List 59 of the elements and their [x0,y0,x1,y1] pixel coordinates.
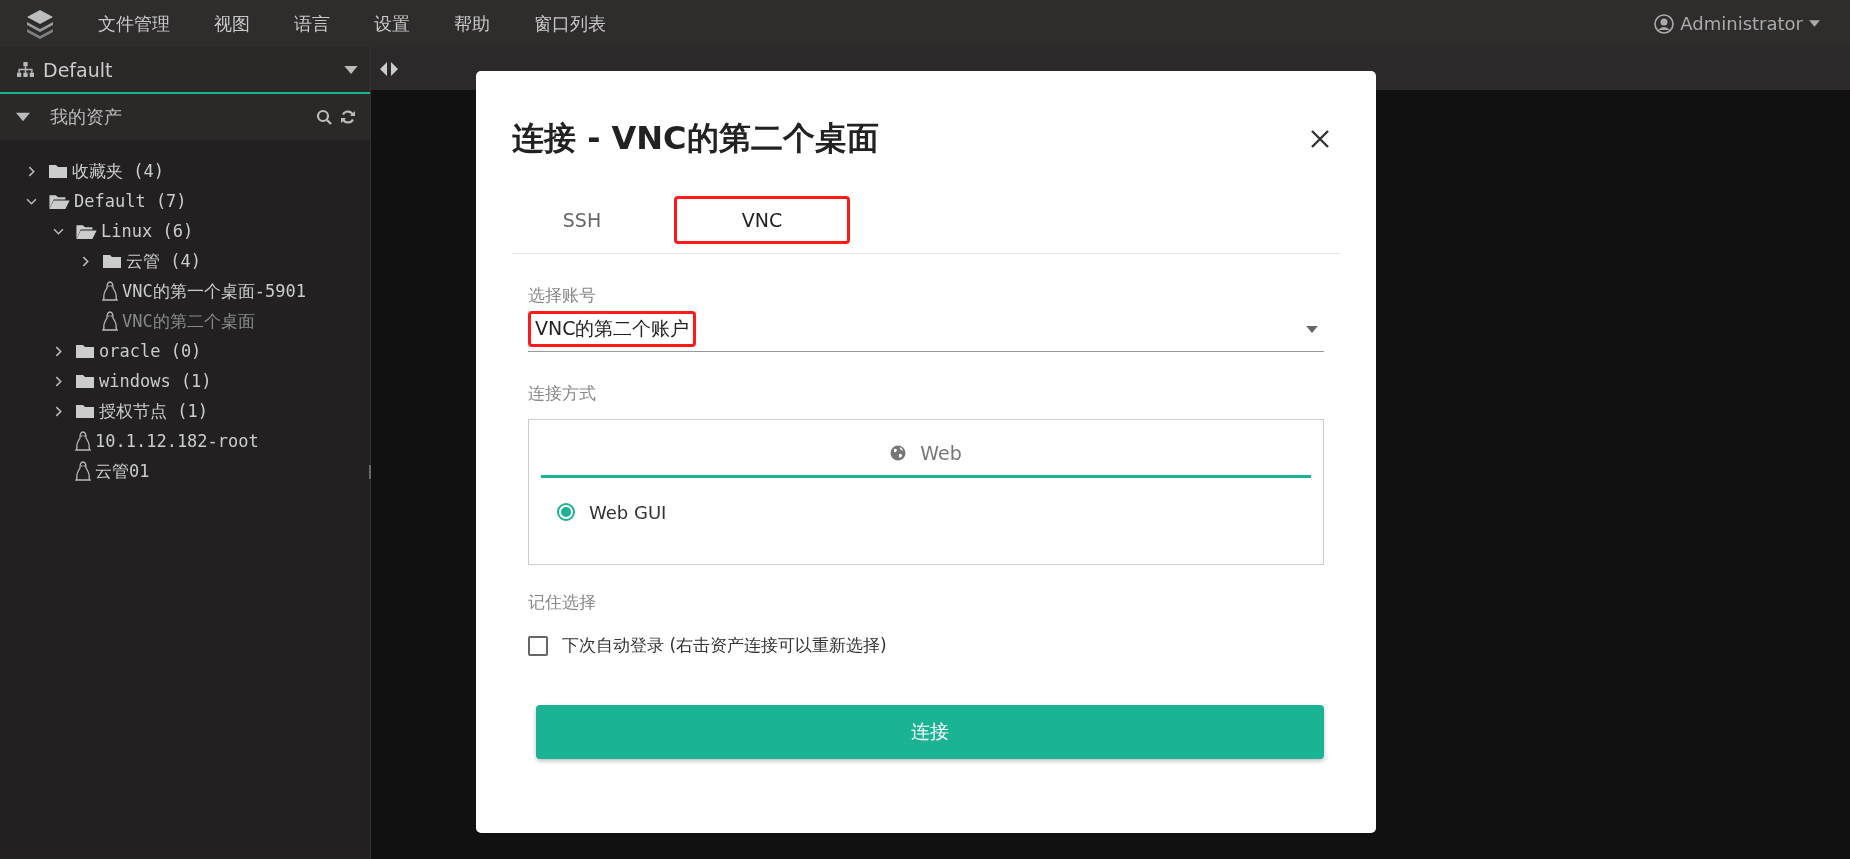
search-icon[interactable] [316,109,332,125]
chevron-icon[interactable] [53,375,64,387]
globe-icon [890,444,907,461]
chevron-icon[interactable] [53,405,64,417]
field-label: 记住选择 [528,591,596,614]
field-label: 选择账号 [528,284,596,307]
account-select[interactable]: VNC的第二个账户 [528,307,1324,352]
folder-icon [48,163,68,179]
dialog-title: 连接 - VNC的第二个桌面 [512,118,879,159]
folder-icon [75,373,95,389]
caret-icon [1809,20,1820,27]
section-title: 我的资产 [50,105,123,129]
open-folder-icon [75,222,97,240]
tree-item[interactable]: oracle (0) [99,341,202,361]
caret-icon [344,65,358,74]
folder-icon [75,403,95,419]
tree-item[interactable]: Default (7) [74,191,187,211]
sitemap-icon [17,62,34,77]
tree-item[interactable]: 收藏夹 (4) [72,159,164,183]
user-avatar-icon [1654,13,1675,34]
tab[interactable]: VNC [674,196,850,244]
penguin-icon [75,461,91,481]
tree-item[interactable]: 云管01 [95,459,150,483]
tree-item[interactable]: windows (1) [99,371,212,391]
collapse-toggle-icon[interactable] [379,61,399,76]
web-tab[interactable]: Web [541,430,1311,478]
caret-icon[interactable] [16,110,30,124]
menu-item[interactable]: 窗口列表 [534,11,606,36]
tree-item[interactable]: 云管 (4) [126,249,201,273]
checkbox-label: 下次自动登录 (右击资产连接可以重新选择) [562,634,887,657]
folder-icon [102,253,122,269]
chevron-icon[interactable] [80,255,91,267]
workspace-selector[interactable]: Default [0,47,370,94]
menu-item[interactable]: 设置 [374,11,410,36]
option-label: Web GUI [589,501,667,523]
menu-item[interactable]: 帮助 [454,11,490,36]
tree-item[interactable]: VNC的第一个桌面-5901 [122,279,306,303]
penguin-icon [102,281,118,301]
penguin-icon [102,311,118,331]
caret-icon [1306,325,1318,333]
open-folder-icon [48,192,70,210]
folder-icon [75,343,95,359]
tree-item[interactable]: 10.1.12.182-root [95,431,259,451]
menu-item[interactable]: 语言 [294,11,330,36]
menu-item[interactable]: 视图 [214,11,250,36]
checkbox[interactable] [528,635,548,656]
tree-item[interactable]: Linux (6) [101,221,194,241]
chevron-icon[interactable] [53,345,64,357]
tree-item[interactable]: 授权节点 (1) [99,399,208,423]
user-menu[interactable]: Administrator [1654,13,1830,34]
close-icon[interactable] [1310,129,1330,149]
radio-button[interactable] [557,503,575,521]
refresh-icon[interactable] [340,109,356,125]
logo-icon [24,7,56,40]
menu-item[interactable]: 文件管理 [98,11,170,36]
chevron-icon[interactable] [26,165,37,177]
tab[interactable]: SSH [512,196,652,244]
penguin-icon [75,431,91,451]
field-label: 连接方式 [528,382,596,405]
